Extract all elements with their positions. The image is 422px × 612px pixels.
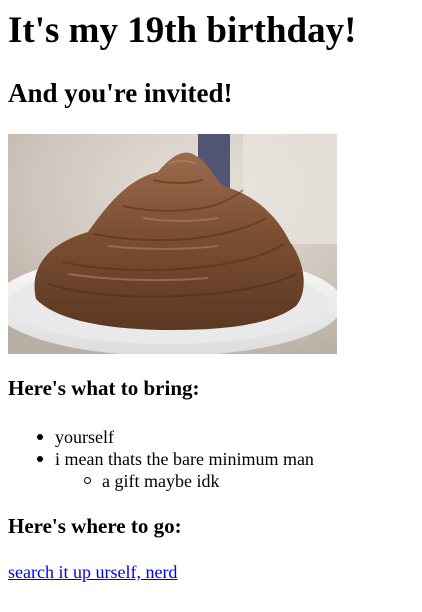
bring-list: yourself i mean thats the bare minimum m… [8, 426, 314, 492]
bring-heading: Here's what to bring: [8, 376, 200, 400]
bullet-icon [37, 434, 43, 440]
list-item-label: i mean thats the bare minimum man [55, 449, 314, 469]
location-link[interactable]: search it up urself, nerd [8, 562, 177, 583]
bullet-icon [37, 456, 43, 462]
location-heading: Here's where to go: [8, 514, 182, 538]
list-item-label: yourself [55, 427, 114, 447]
list-item-label: a gift maybe idk [102, 471, 220, 491]
invitation-page: It's my 19th birthday! And you're invite… [0, 0, 422, 612]
page-subtitle: And you're invited! [8, 78, 233, 108]
list-item: yourself [8, 426, 314, 448]
circle-bullet-icon [84, 477, 91, 484]
page-title: It's my 19th birthday! [8, 10, 357, 51]
list-item: i mean thats the bare minimum man a gift… [8, 448, 314, 492]
list-item: a gift maybe idk [55, 470, 314, 492]
cake-photo [8, 134, 337, 354]
bring-sublist: a gift maybe idk [55, 470, 314, 492]
